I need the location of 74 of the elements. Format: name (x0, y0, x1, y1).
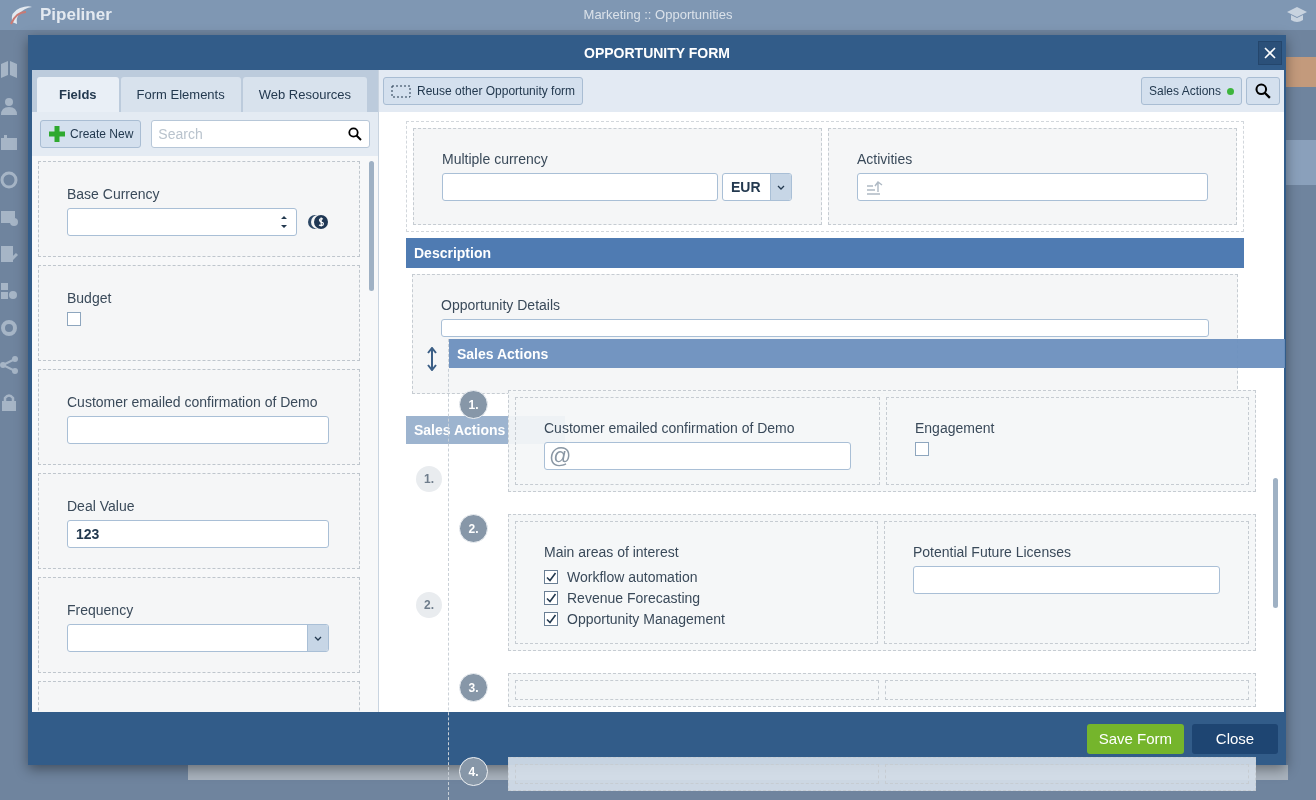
select-field[interactable] (67, 624, 329, 652)
checkbox[interactable] (544, 611, 558, 626)
tab[interactable]: Form Elements (120, 77, 241, 112)
logo-icon (8, 4, 34, 26)
step-number: 2. (416, 592, 442, 618)
plus-icon (48, 125, 66, 143)
text-field[interactable]: 123 (67, 520, 329, 548)
field-card[interactable]: Deal Value 123 (38, 473, 360, 569)
background-panel (1286, 140, 1316, 185)
option-label: Workflow automation (567, 568, 698, 585)
checkbox[interactable] (544, 590, 558, 605)
option-label: Opportunity Management (567, 610, 725, 627)
scrollbar[interactable] (369, 161, 374, 291)
note-icon[interactable] (0, 245, 18, 264)
checkbox[interactable] (544, 569, 558, 584)
field-label: Base Currency (67, 186, 160, 202)
field-label: Opportunity Details (441, 297, 561, 313)
at-sign: @ (549, 443, 572, 469)
field-label: Multiple currency (442, 151, 548, 167)
field-label: Frequency (67, 602, 134, 618)
field-label: Budget (67, 290, 112, 306)
step-number: 1. (416, 466, 442, 492)
field-label: Potential Future Licenses (913, 544, 1071, 560)
close-button[interactable] (1258, 41, 1282, 65)
dashed-frame-icon (391, 83, 411, 99)
app-logo: Pipeliner (40, 5, 112, 25)
caret-icon (777, 184, 785, 190)
map-icon[interactable] (0, 60, 18, 79)
search-icon[interactable] (348, 127, 362, 141)
reuse-form-button[interactable]: Reuse other Opportunity form (383, 77, 584, 105)
sales-actions-button[interactable]: Sales Actions (1140, 77, 1242, 105)
search-field[interactable]: Search (151, 120, 370, 148)
activities-field[interactable] (857, 173, 1208, 201)
checkbox[interactable] (67, 312, 81, 326)
field-card[interactable] (38, 681, 360, 712)
share-icon[interactable] (0, 356, 18, 375)
text-field[interactable] (913, 566, 1220, 594)
close-button[interactable]: Close (1192, 723, 1278, 754)
spinner-icon[interactable] (280, 214, 288, 230)
field-label: Main areas of interest (544, 544, 679, 560)
person-icon[interactable] (0, 97, 18, 116)
field-card[interactable]: Frequency (38, 577, 360, 673)
field-card[interactable]: Base Currency (38, 161, 360, 257)
field-label: Deal Value (67, 498, 135, 514)
text-field[interactable] (67, 416, 329, 444)
graduation-cap-icon[interactable] (1286, 6, 1308, 24)
search-button[interactable] (1246, 77, 1280, 105)
coins-icon (307, 214, 329, 230)
background-panel (1286, 57, 1316, 87)
section-header: Description (406, 238, 1244, 268)
option-label: Revenue Forecasting (567, 589, 701, 606)
checkbox[interactable] (915, 442, 929, 456)
vertical-arrow-icon[interactable] (427, 347, 437, 371)
breadcrumb: Marketing :: Opportunities (583, 7, 733, 22)
dialog-title: OPPORTUNITY FORM (584, 44, 730, 61)
number-field[interactable] (67, 208, 297, 236)
dragged-section-header: Sales Actions (449, 339, 1285, 368)
create-new-button[interactable]: Create New (40, 120, 142, 148)
tab[interactable]: Fields (37, 77, 119, 112)
close-icon (1264, 47, 1276, 59)
shapes-icon[interactable] (0, 282, 18, 301)
lock-icon[interactable] (0, 393, 18, 412)
field-label: Customer emailed confirmation of Demo (67, 394, 318, 410)
currency-select[interactable]: EUR (722, 173, 792, 201)
scrollbar[interactable] (1273, 478, 1278, 608)
text-area[interactable] (441, 319, 1209, 337)
search-icon (1255, 83, 1271, 99)
text-field[interactable] (442, 173, 718, 201)
field-label: Activities (857, 151, 913, 167)
tab[interactable]: Web Resources (242, 77, 367, 112)
field-card[interactable]: Customer emailed confirmation of Demo (38, 369, 360, 465)
caret-icon (314, 635, 322, 641)
field-label: Engagement (915, 420, 995, 436)
field-card[interactable]: Budget (38, 265, 360, 361)
